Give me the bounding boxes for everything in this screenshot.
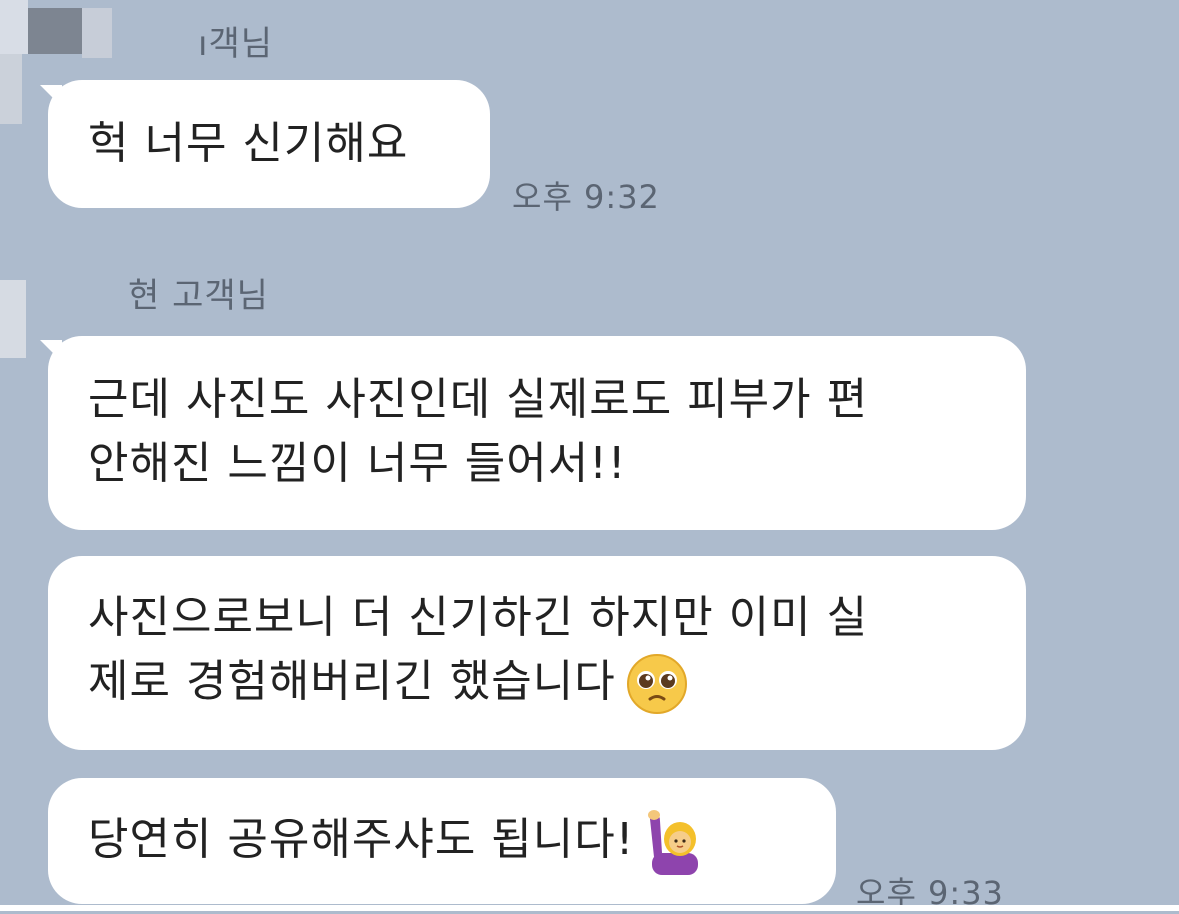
message-bubble: 헉 너무 신기해요 (48, 80, 490, 208)
bottom-edge (0, 905, 1179, 911)
message-text: 제로 경험해버리긴 했습니다 (88, 656, 616, 707)
message-text-line: 근데 사진도 사진인데 실제로도 피부가 편 (88, 374, 869, 425)
sender-name: 현 고객님 (128, 276, 269, 316)
person-raising-hand-emoji-icon (648, 810, 699, 875)
message-text-line: 당연히 공유해주샤도 됩니다! (88, 808, 796, 875)
message-text: 헉 너무 신기해요 (88, 118, 409, 169)
message-bubble: 근데 사진도 사진인데 실제로도 피부가 편 안해진 느낌이 너무 들어서!! (48, 336, 1026, 530)
message-timestamp: 오후 9:32 (512, 178, 660, 216)
pleading-face-emoji-icon (626, 654, 687, 714)
message-text: 당연히 공유해주샤도 됩니다! (88, 814, 635, 865)
avatar-blurred (0, 280, 26, 358)
message-text-line: 사진으로보니 더 신기하긴 하지만 이미 실 (88, 592, 869, 643)
message-bubble: 사진으로보니 더 신기하긴 하지만 이미 실 제로 경험해버리긴 했습니다 (48, 556, 1026, 750)
sender-name: ı객님 (198, 24, 274, 64)
message-text-line: 안해진 느낌이 너무 들어서!! (88, 438, 627, 489)
message-text-line: 제로 경험해버리긴 했습니다 (88, 650, 986, 715)
message-bubble: 당연히 공유해주샤도 됩니다! (48, 778, 836, 904)
